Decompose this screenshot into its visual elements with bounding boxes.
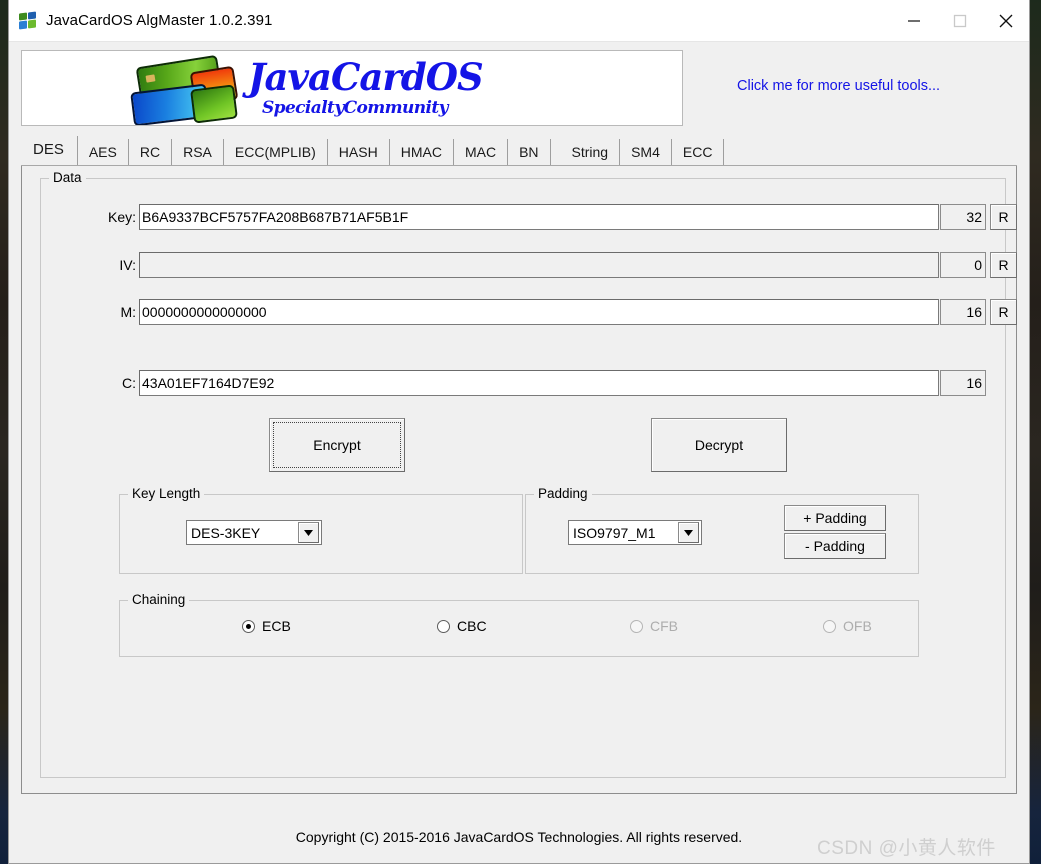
data-group: Data Key: B6A9337BCF5757FA208B687B71AF5B… bbox=[40, 170, 1017, 778]
c-field-row: C: 43A01EF7164D7E92 16 bbox=[94, 369, 986, 396]
radio-indicator bbox=[823, 619, 836, 633]
chaining-group-title: Chaining bbox=[128, 592, 190, 607]
radio-indicator bbox=[242, 619, 255, 633]
key-length-group-title: Key Length bbox=[128, 486, 205, 501]
data-group-title: Data bbox=[49, 170, 86, 185]
c-input[interactable]: 43A01EF7164D7E92 bbox=[139, 369, 939, 396]
chaining-radio-label: CFB bbox=[650, 618, 678, 634]
tab-strip: DES AES RC RSA ECC(MPLIB) HASH HMAC MAC … bbox=[21, 136, 1017, 166]
padding-selected-value: ISO9797_M1 bbox=[573, 524, 656, 541]
chevron-down-icon[interactable] bbox=[678, 522, 699, 543]
radio-indicator bbox=[437, 619, 450, 633]
tab-hash[interactable]: HASH bbox=[327, 139, 390, 165]
chaining-radio-label: ECB bbox=[262, 618, 291, 634]
chaining-radio-ofb: OFB bbox=[823, 618, 872, 634]
padding-group: Padding ISO9797_M1 + Padding - Padding bbox=[525, 486, 919, 574]
tab-label: RSA bbox=[183, 144, 212, 160]
minimize-icon[interactable] bbox=[891, 0, 937, 41]
tab-hmac[interactable]: HMAC bbox=[389, 139, 454, 165]
m-field-row: M: 0000000000000000 16 R bbox=[94, 298, 1017, 325]
tab-label: SM4 bbox=[631, 144, 660, 160]
iv-label: IV: bbox=[119, 256, 136, 273]
tab-ecc-mplib[interactable]: ECC(MPLIB) bbox=[223, 139, 328, 165]
window-title: JavaCardOS AlgMaster 1.0.2.391 bbox=[46, 12, 273, 29]
remove-padding-button[interactable]: - Padding bbox=[784, 533, 886, 559]
chevron-down-icon[interactable] bbox=[298, 522, 319, 543]
tab-aes[interactable]: AES bbox=[77, 139, 129, 165]
key-field-row: Key: B6A9337BCF5757FA208B687B71AF5B1F 32… bbox=[94, 203, 1017, 230]
logo-wordmark: JavaCardOS bbox=[248, 55, 484, 99]
padding-select[interactable]: ISO9797_M1 bbox=[568, 520, 702, 545]
tab-label: ECC bbox=[682, 144, 713, 160]
application-window: JavaCardOS AlgMaster 1.0.2.391 JavaCardO… bbox=[8, 0, 1030, 864]
m-length-display: 16 bbox=[940, 298, 986, 325]
key-input[interactable]: B6A9337BCF5757FA208B687B71AF5B1F bbox=[139, 203, 939, 230]
more-tools-link[interactable]: Click me for more useful tools... bbox=[737, 78, 940, 94]
iv-input[interactable] bbox=[139, 251, 939, 278]
logo-graphic: JavaCardOS SpecialtyCommunity bbox=[130, 54, 580, 125]
chaining-group: Chaining ECB CBC CFB OFB bbox=[119, 592, 919, 657]
title-bar: JavaCardOS AlgMaster 1.0.2.391 bbox=[9, 0, 1029, 42]
tab-bn[interactable]: BN bbox=[508, 139, 551, 165]
watermark-text: CSDN @小黄人软件 bbox=[817, 838, 996, 859]
decrypt-button[interactable]: Decrypt bbox=[651, 418, 787, 472]
app-icon bbox=[19, 11, 37, 30]
banner-row: JavaCardOS SpecialtyCommunity Click me f… bbox=[9, 50, 1029, 132]
tab-rsa[interactable]: RSA bbox=[172, 139, 224, 165]
iv-length-display: 0 bbox=[940, 251, 986, 278]
tab-rc[interactable]: RC bbox=[128, 139, 173, 165]
tab-label: BN bbox=[519, 144, 539, 160]
focus-ring bbox=[273, 422, 401, 468]
window-controls bbox=[891, 0, 1029, 41]
decrypt-button-label: Decrypt bbox=[694, 437, 744, 453]
close-icon[interactable] bbox=[983, 0, 1029, 41]
padding-group-title: Padding bbox=[534, 486, 592, 501]
maximize-icon[interactable] bbox=[937, 0, 983, 41]
c-length-display: 16 bbox=[940, 369, 986, 396]
m-input[interactable]: 0000000000000000 bbox=[139, 298, 939, 325]
tab-ecc[interactable]: ECC bbox=[671, 139, 725, 165]
encrypt-button[interactable]: Encrypt bbox=[269, 418, 405, 472]
logo-tagline: SpecialtyCommunity bbox=[262, 98, 449, 118]
m-random-button[interactable]: R bbox=[990, 298, 1017, 325]
chaining-radio-cfb: CFB bbox=[630, 618, 678, 634]
c-label: C: bbox=[122, 374, 136, 391]
key-random-button[interactable]: R bbox=[990, 203, 1017, 230]
tab-label: AES bbox=[88, 144, 117, 160]
footer: Copyright (C) 2015-2016 JavaCardOS Techn… bbox=[9, 819, 1029, 863]
tab-label: MAC bbox=[464, 144, 497, 160]
key-length-group: Key Length DES-3KEY bbox=[119, 486, 523, 574]
key-label: Key: bbox=[107, 208, 136, 225]
tab-label: HASH bbox=[338, 144, 378, 160]
tab-des[interactable]: DES bbox=[21, 136, 78, 165]
tab-label: RC bbox=[139, 144, 161, 160]
smartcard-green-bottom-icon bbox=[190, 84, 238, 124]
chaining-radio-label: OFB bbox=[843, 618, 872, 634]
tab-page-des: Data Key: B6A9337BCF5757FA208B687B71AF5B… bbox=[21, 166, 1017, 794]
tab-sm4[interactable]: SM4 bbox=[620, 139, 672, 165]
iv-field-row: IV: 0 R bbox=[94, 251, 1017, 278]
tab-label: ECC(MPLIB) bbox=[234, 144, 316, 160]
tab-string[interactable]: String bbox=[560, 139, 621, 165]
smartcard-chip-icon bbox=[145, 74, 156, 83]
add-padding-button[interactable]: + Padding bbox=[784, 505, 886, 531]
iv-random-button[interactable]: R bbox=[990, 251, 1017, 278]
chaining-radio-ecb[interactable]: ECB bbox=[242, 618, 291, 634]
m-label: M: bbox=[120, 303, 136, 320]
radio-indicator bbox=[630, 619, 643, 633]
key-length-display: 32 bbox=[940, 203, 986, 230]
chaining-radio-cbc[interactable]: CBC bbox=[437, 618, 487, 634]
tab-mac[interactable]: MAC bbox=[453, 139, 509, 165]
tab-label: DES bbox=[33, 141, 64, 158]
tab-label: String bbox=[571, 144, 609, 160]
key-length-selected-value: DES-3KEY bbox=[191, 524, 261, 541]
key-length-select[interactable]: DES-3KEY bbox=[186, 520, 322, 545]
tab-label: HMAC bbox=[400, 144, 442, 160]
chaining-radio-label: CBC bbox=[457, 618, 487, 634]
logo-banner: JavaCardOS SpecialtyCommunity bbox=[21, 50, 683, 126]
